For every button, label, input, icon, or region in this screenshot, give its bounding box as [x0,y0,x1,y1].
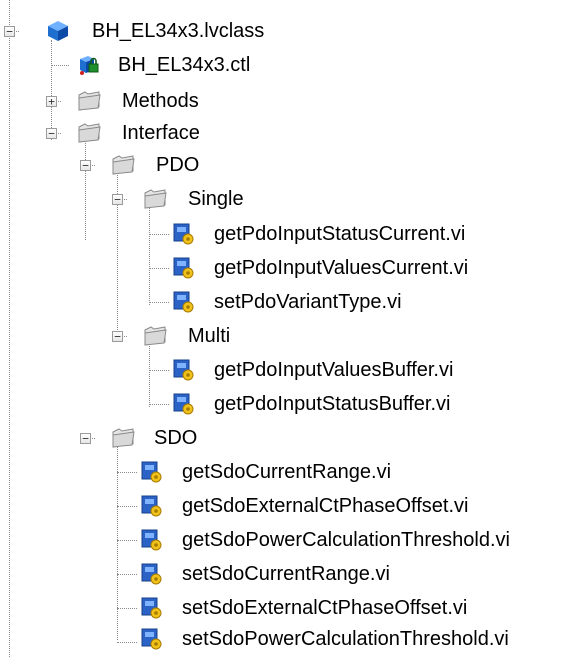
folder-icon [142,325,167,349]
tree-node-label: getSdoCurrentRange.vi [182,461,392,483]
tree-node-label: SDO [154,427,198,449]
tree-node-vi[interactable]: getPdoInputStatusCurrent.vi [0,217,583,251]
vi-icon [140,562,164,586]
tree-node-vi[interactable]: getPdoInputStatusBuffer.vi [0,387,583,421]
tree-node-vi[interactable]: setSdoPowerCalculationThreshold.vi [0,622,583,656]
tree-node-label: PDO [156,154,200,176]
tree-node-label: setPdoVariantType.vi [214,291,402,313]
folder-icon [110,154,135,178]
tree-node-vi[interactable]: getSdoPowerCalculationThreshold.vi [0,523,583,557]
tree-node-label: setSdoPowerCalculationThreshold.vi [182,628,509,650]
tree-node-sdo[interactable]: − SDO [0,421,583,455]
tree-node-label: Interface [122,122,200,144]
tree-node-label: getPdoInputValuesBuffer.vi [214,359,454,381]
class-cube-icon [46,19,70,43]
tree-node-label: Multi [188,325,231,347]
tree-node-label: setSdoCurrentRange.vi [182,563,390,585]
tree-node-label: Methods [122,90,199,112]
collapse-toggle[interactable]: − [46,128,57,139]
tree-node-label: getSdoExternalCtPhaseOffset.vi [182,495,469,517]
collapse-toggle[interactable]: − [4,26,15,37]
tree-node-pdo[interactable]: − PDO [0,148,583,182]
tree-node-label: getSdoPowerCalculationThreshold.vi [182,529,510,551]
tree-node-interface[interactable]: − Interface [0,116,583,150]
control-lock-icon [74,53,99,77]
vi-icon [140,494,164,518]
tree-node-label: getPdoInputStatusCurrent.vi [214,223,466,245]
vi-icon [172,256,196,280]
tree-node-vi[interactable]: setSdoCurrentRange.vi [0,557,583,591]
collapse-toggle[interactable]: − [80,433,91,444]
expand-toggle[interactable]: + [46,96,57,107]
tree-node-methods[interactable]: + Methods [0,84,583,118]
tree-node-ctl[interactable]: BH_EL34x3.ctl [0,48,583,82]
folder-icon [76,90,101,114]
folder-icon [142,188,167,212]
tree-node-label: getPdoInputStatusBuffer.vi [214,393,451,415]
tree-node-label: BH_EL34x3.ctl [118,54,251,76]
tree-node-vi[interactable]: getPdoInputValuesBuffer.vi [0,353,583,387]
tree-node-lvclass[interactable]: − BH_EL34x3.lvclass [0,14,583,48]
tree-node-multi[interactable]: − Multi [0,319,583,353]
tree-node-vi[interactable]: getPdoInputValuesCurrent.vi [0,251,583,285]
tree-node-single[interactable]: − Single [0,182,583,216]
collapse-toggle[interactable]: − [80,160,91,171]
vi-icon [172,392,196,416]
folder-icon [76,122,101,146]
vi-icon [140,627,164,651]
tree-node-label: getPdoInputValuesCurrent.vi [214,257,469,279]
tree-node-vi[interactable]: getSdoCurrentRange.vi [0,455,583,489]
collapse-toggle[interactable]: − [112,194,123,205]
vi-icon [140,460,164,484]
project-tree: − BH_EL34x3.lvclass BH_EL34x3.ctl + Meth… [0,0,583,657]
folder-icon [110,427,135,451]
vi-icon [172,358,196,382]
tree-node-vi[interactable]: getSdoExternalCtPhaseOffset.vi [0,489,583,523]
collapse-toggle[interactable]: − [112,331,123,342]
tree-node-label: Single [188,188,244,210]
vi-icon [172,222,196,246]
tree-node-vi[interactable]: setSdoExternalCtPhaseOffset.vi [0,591,583,625]
vi-icon [140,596,164,620]
vi-icon [140,528,164,552]
tree-node-label: BH_EL34x3.lvclass [92,20,265,42]
tree-node-vi[interactable]: setPdoVariantType.vi [0,285,583,319]
vi-icon [172,290,196,314]
tree-node-label: setSdoExternalCtPhaseOffset.vi [182,597,468,619]
